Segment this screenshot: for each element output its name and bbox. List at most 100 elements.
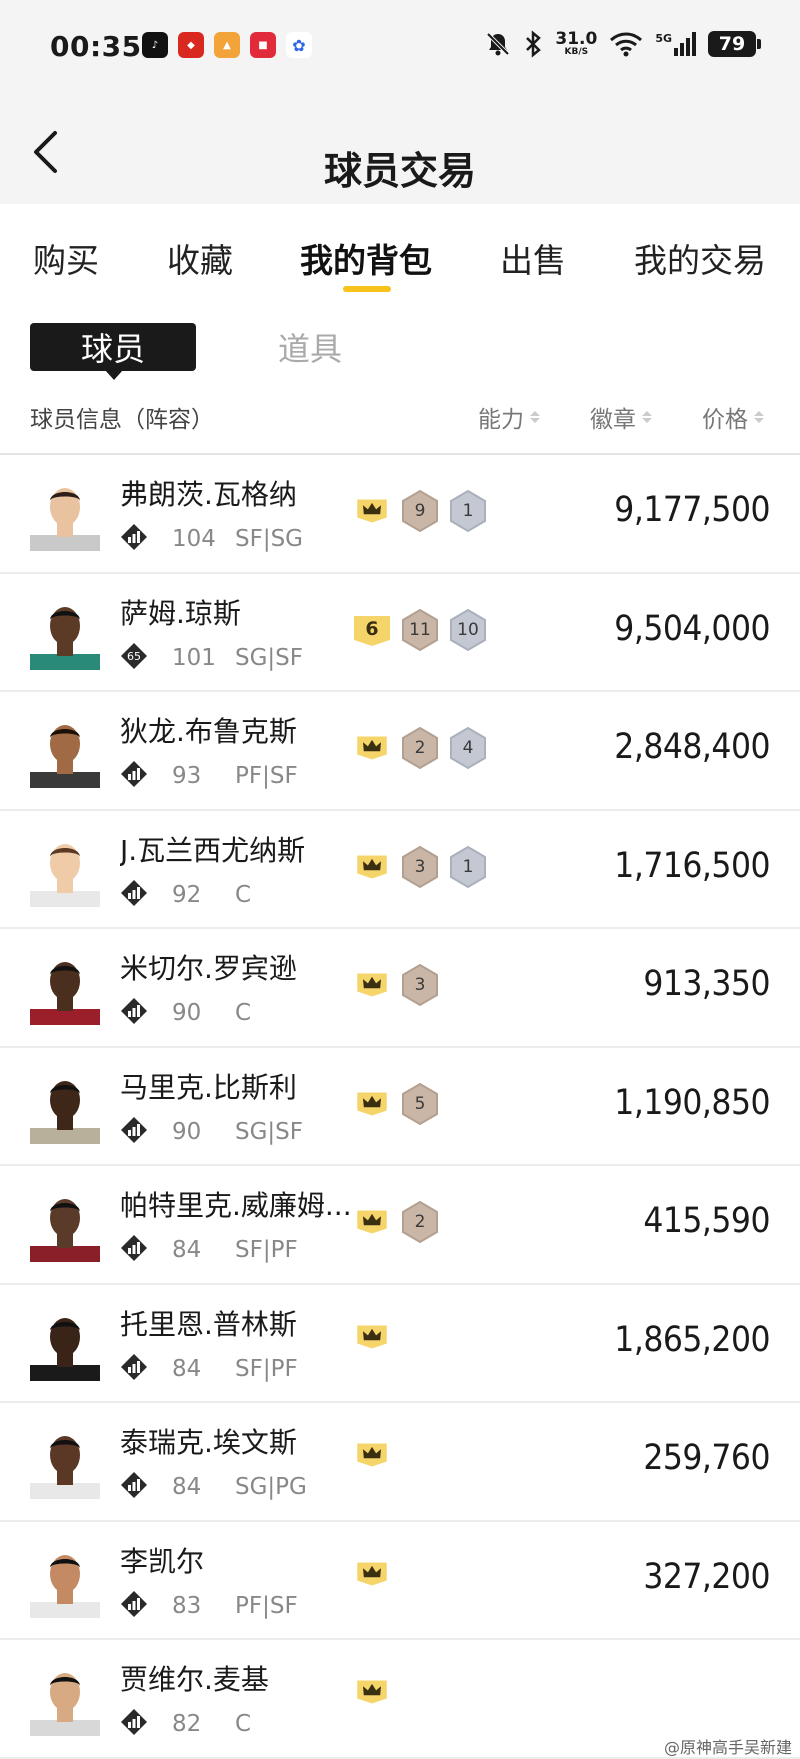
badge-count-label: 3 xyxy=(414,856,426,877)
player-portrait-icon xyxy=(30,606,100,670)
player-list: 弗朗茨.瓦格纳 104 SF|SG 9 1 9,177,500 萨姆.琼斯 65 101 SG|S… xyxy=(0,455,800,1759)
player-avatar xyxy=(30,1662,100,1736)
rating-icon xyxy=(121,1709,147,1735)
player-ovr: 101 xyxy=(172,644,216,671)
badge-count-label: 1 xyxy=(462,501,474,521)
mute-icon xyxy=(486,32,510,56)
player-row[interactable]: 米切尔.罗宾逊 90 C 3 913,350 xyxy=(0,929,800,1048)
player-badges: 91 xyxy=(352,489,488,533)
tab-my-trades[interactable]: 我的交易 xyxy=(634,234,766,282)
sort-icon xyxy=(642,411,652,423)
player-row[interactable]: 托里恩.普林斯 84 SF|PF 1,865,200 xyxy=(0,1285,800,1403)
column-badge[interactable]: 徽章 xyxy=(590,400,652,434)
player-row[interactable]: 萨姆.琼斯 65 101 SG|SF 6 11 10 9,504,000 xyxy=(0,574,800,692)
tab-my-backpack[interactable]: 我的背包 xyxy=(300,234,432,282)
active-tab-indicator xyxy=(343,286,391,292)
tab-buy[interactable]: 购买 xyxy=(33,234,99,282)
badge-count-label: 2 xyxy=(414,738,426,758)
svg-text:65: 65 xyxy=(127,650,141,663)
badge-count-label: 10 xyxy=(457,619,479,640)
player-position: C xyxy=(235,1000,252,1026)
player-badges xyxy=(352,1556,392,1592)
player-badges xyxy=(352,1319,392,1355)
player-position: PF|SF xyxy=(235,763,298,789)
crown-badge-icon xyxy=(357,1443,387,1467)
player-row[interactable]: J.瓦兰西尤纳斯 92 C 3 1 1,716,500 xyxy=(0,811,800,929)
player-price: 1,716,500 xyxy=(614,845,770,886)
player-name: 米切尔.罗宾逊 xyxy=(120,952,297,985)
player-position: SF|PF xyxy=(235,1355,298,1382)
crown-badge-icon xyxy=(357,736,387,760)
player-position: SF|PF xyxy=(235,1237,298,1263)
badge-count: 3 xyxy=(400,845,440,889)
column-badge-label: 徽章 xyxy=(590,407,636,433)
player-name: 贾维尔.麦基 xyxy=(120,1663,269,1696)
badge-count: 1 xyxy=(448,489,488,533)
badge-count-label: 3 xyxy=(414,975,426,995)
rating-icon: 65 xyxy=(121,642,147,669)
rating-icon xyxy=(121,998,147,1024)
player-price: 9,177,500 xyxy=(614,490,770,530)
badge-count: 4 xyxy=(448,726,488,770)
column-price[interactable]: 价格 xyxy=(702,400,764,434)
app-icon: ▲ xyxy=(214,32,240,58)
rating-icon xyxy=(121,1590,147,1617)
player-avatar xyxy=(30,1188,100,1262)
subtab-items[interactable]: 道具 xyxy=(278,323,342,371)
player-ovr: 83 xyxy=(172,1592,202,1619)
player-portrait-icon xyxy=(30,725,100,788)
crown-badge-icon xyxy=(357,499,387,523)
player-price: 913,350 xyxy=(643,964,770,1004)
player-row[interactable]: 马里克.比斯利 90 SG|SF 5 1,190,850 xyxy=(0,1048,800,1166)
baidu-icon: ✿ xyxy=(286,32,312,58)
player-portrait-icon xyxy=(30,1317,100,1381)
player-row[interactable]: 李凯尔 83 PF|SF 327,200 xyxy=(0,1522,800,1640)
player-avatar xyxy=(30,596,100,670)
crown-badge-icon xyxy=(357,1210,387,1234)
player-portrait-icon xyxy=(30,1554,100,1618)
net-speed-value: 31.0 xyxy=(555,29,598,49)
player-ovr: 84 xyxy=(172,1355,202,1382)
badge-count: 3 xyxy=(400,963,440,1007)
net-speed-unit: KB/S xyxy=(564,47,589,57)
player-position: SG|SF xyxy=(235,1118,304,1145)
page-title: 球员交易 xyxy=(323,149,476,193)
player-row[interactable]: 狄龙.布鲁克斯 93 PF|SF 2 4 2,848,400 xyxy=(0,692,800,811)
player-ovr: 84 xyxy=(172,1474,202,1500)
network-type: 5G xyxy=(655,32,672,45)
wifi-icon xyxy=(610,32,643,57)
column-player-info: 球员信息（阵容） xyxy=(30,407,214,433)
player-ovr: 84 xyxy=(172,1237,202,1263)
badge-count-label: 1 xyxy=(462,856,474,877)
signal-icon: 5G xyxy=(655,32,696,56)
player-name: 弗朗茨.瓦格纳 xyxy=(120,478,297,511)
player-row[interactable]: 弗朗茨.瓦格纳 104 SF|SG 9 1 9,177,500 xyxy=(0,455,800,574)
sort-icon xyxy=(530,411,540,423)
player-portrait-icon xyxy=(30,962,100,1025)
player-position: SG|SF xyxy=(235,644,304,671)
rating-icon xyxy=(121,879,147,906)
tab-sell[interactable]: 出售 xyxy=(500,234,566,282)
player-row[interactable]: 泰瑞克.埃文斯 84 SG|PG 259,760 xyxy=(0,1403,800,1522)
tab-favorites[interactable]: 收藏 xyxy=(167,234,233,282)
player-position: PF|SF xyxy=(235,1592,298,1619)
badge-count-label: 5 xyxy=(414,1093,426,1114)
rating-icon xyxy=(121,761,147,787)
player-ovr: 90 xyxy=(172,1118,202,1145)
badge-count: 11 xyxy=(400,608,440,652)
column-ability[interactable]: 能力 xyxy=(478,400,540,434)
subtab-players[interactable]: 球员 xyxy=(30,323,196,380)
crown-badge-icon xyxy=(357,1325,387,1348)
badge-count-label: 4 xyxy=(462,738,474,758)
badge-count-label: 2 xyxy=(414,1212,426,1232)
app-icon: ■ xyxy=(250,32,276,58)
player-badges xyxy=(352,1437,392,1473)
player-avatar xyxy=(30,714,100,788)
badge-count: 5 xyxy=(400,1082,440,1126)
player-portrait-icon xyxy=(30,1080,100,1144)
player-row[interactable]: 帕特里克.威廉姆... 84 SF|PF 2 415,590 xyxy=(0,1166,800,1285)
nav-header: 球员交易 xyxy=(0,100,800,204)
tiktok-icon: ♪ xyxy=(142,32,168,58)
badge-count-label: 9 xyxy=(414,501,426,521)
player-ovr: 104 xyxy=(172,526,216,552)
